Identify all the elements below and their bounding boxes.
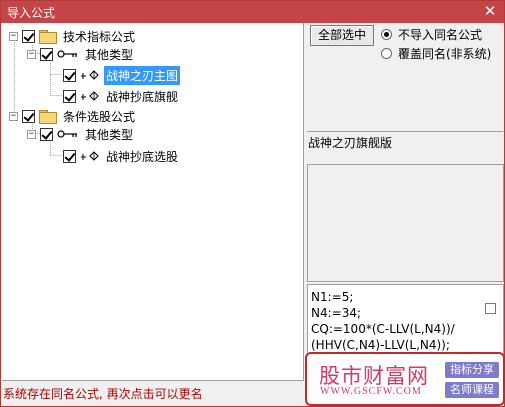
formula-description-box: [307, 164, 504, 282]
tree-group-label: 条件选股公式: [63, 109, 136, 124]
code-line: (HHV(C,N4)-LLV(L,N4));: [311, 338, 450, 352]
folder-icon: [39, 109, 57, 124]
formula-name-display: 战神之刃旗舰版: [307, 131, 503, 155]
collapse-icon[interactable]: −: [9, 111, 18, 121]
radio-overwrite-duplicates[interactable]: 覆盖同名(非系统): [381, 45, 491, 61]
code-line: N4:=34;: [311, 306, 362, 320]
tree-subgroup-label: 其他类型: [85, 127, 134, 142]
tree-subgroup-label: 其他类型: [85, 47, 134, 62]
formula-icon: [81, 70, 99, 80]
watermark-url: WWW.GSCFW.COM: [320, 386, 422, 397]
item-checkbox[interactable]: [63, 68, 76, 82]
tree-group-label: 技术指标公式: [63, 29, 136, 44]
import-formula-dialog: 导入公式 ✕ − 技术指标公式 − 其他类型 战神之刃主图 战神抄底旗舰 − 条…: [0, 0, 505, 407]
collapse-icon[interactable]: −: [9, 31, 18, 41]
formula-code-view[interactable]: N1:=5; N4:=34; CQ:=100*(C-LLV(L,N4))/ (H…: [307, 284, 504, 354]
tree-item-label[interactable]: 战神之刃主图: [104, 65, 181, 85]
subgroup-checkbox[interactable]: [40, 127, 53, 141]
tree-item-node[interactable]: 战神抄底旗舰: [63, 87, 180, 105]
tree-item-node[interactable]: 战神抄底选股: [63, 147, 180, 165]
subgroup-checkbox[interactable]: [40, 47, 53, 61]
tree-item-node[interactable]: 战神之刃主图: [63, 65, 181, 85]
group-checkbox[interactable]: [22, 29, 35, 43]
radio-label: 不导入同名公式: [398, 27, 483, 42]
code-line: CQ:=100*(C-LLV(L,N4))/: [311, 322, 455, 336]
formula-icon: [81, 91, 99, 101]
radio-button[interactable]: [381, 28, 392, 40]
radio-skip-duplicates[interactable]: 不导入同名公式: [381, 26, 482, 42]
watermark-logo: 股市财富网 WWW.GSCFW.COM 指标分享 名师课程: [305, 352, 505, 406]
tree-group-node[interactable]: − 条件选股公式: [9, 107, 137, 125]
watermark-tag: 指标分享: [445, 362, 499, 378]
item-checkbox[interactable]: [63, 89, 76, 103]
code-line: N1:=5;: [311, 290, 354, 304]
code-checkbox[interactable]: [485, 303, 496, 314]
group-checkbox[interactable]: [22, 109, 35, 123]
titlebar: 导入公式 ✕: [1, 1, 504, 23]
collapse-icon[interactable]: −: [27, 129, 36, 139]
status-message: 系统存在同名公式, 再次点击可以更名: [3, 387, 203, 401]
window-title: 导入公式: [7, 6, 56, 20]
tree-item-label[interactable]: 战神抄底旗舰: [104, 87, 180, 106]
tree-item-label[interactable]: 战神抄底选股: [104, 147, 180, 166]
folder-icon: [39, 29, 57, 44]
tree-subgroup-node[interactable]: − 其他类型: [27, 45, 135, 63]
close-icon[interactable]: ✕: [482, 2, 498, 20]
formula-tree[interactable]: − 技术指标公式 − 其他类型 战神之刃主图 战神抄底旗舰 − 条件选股公式 −…: [2, 23, 304, 381]
key-icon: [57, 50, 77, 58]
select-all-button[interactable]: 全部选中: [310, 25, 374, 46]
radio-label: 覆盖同名(非系统): [398, 46, 492, 61]
radio-button[interactable]: [381, 47, 392, 59]
tree-subgroup-node[interactable]: − 其他类型: [27, 125, 135, 143]
watermark-tag: 名师课程: [445, 382, 499, 398]
formula-icon: [81, 151, 99, 161]
key-icon: [57, 130, 77, 138]
collapse-icon[interactable]: −: [27, 49, 36, 59]
tree-group-node[interactable]: − 技术指标公式: [9, 27, 137, 45]
item-checkbox[interactable]: [63, 149, 76, 163]
